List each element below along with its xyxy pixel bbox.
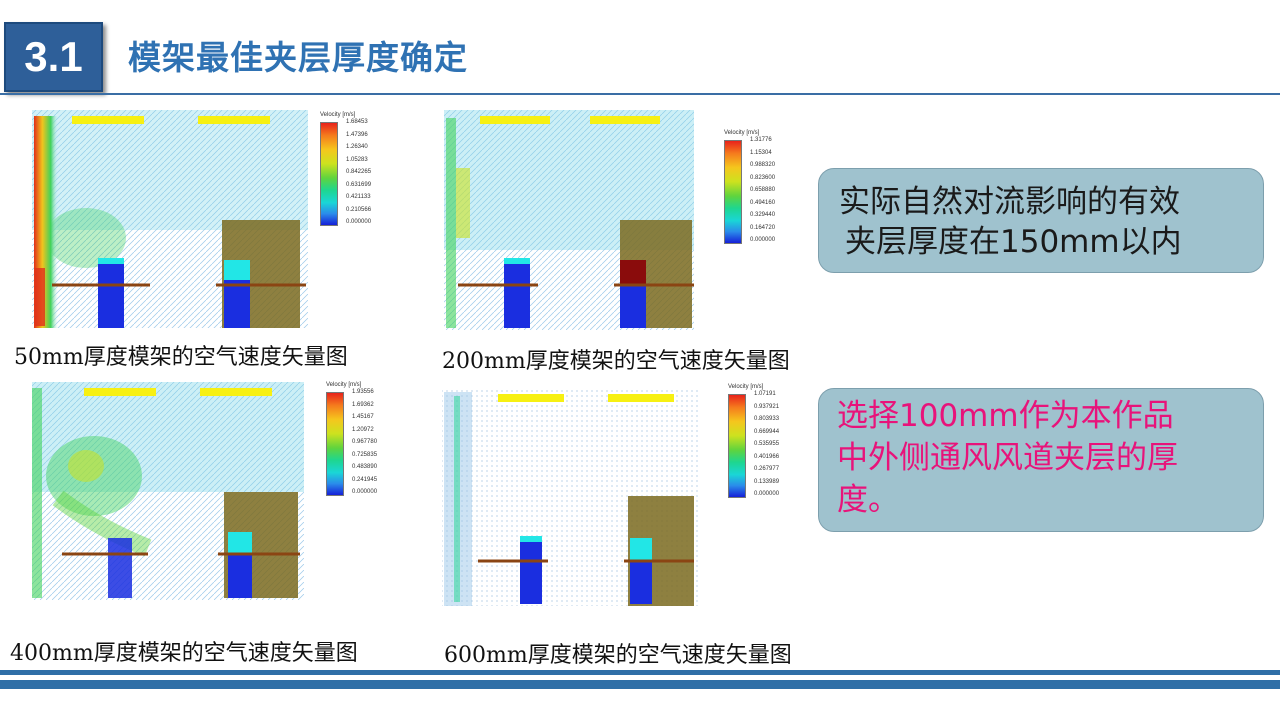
- colorbar-200mm: Velocity [m/s] 1.31776 1.15304 0.988320 …: [724, 130, 804, 250]
- colorbar-tick: 0.658880: [750, 187, 776, 193]
- colorbar-tick: 0.000000: [346, 219, 372, 225]
- figure-caption-400mm: 400mm厚度模架的空气速度矢量图: [10, 641, 358, 666]
- figure-600mm: Velocity [m/s] 1.07191 0.937921 0.803933…: [440, 384, 800, 610]
- colorbar-tick: 0.483890: [352, 464, 378, 470]
- colorbar-tick: 1.93556: [352, 389, 374, 395]
- colorbar-tick: 1.26340: [346, 144, 368, 150]
- colorbar-tick: 0.725835: [352, 451, 378, 458]
- colorbar-tick: 0.401966: [754, 453, 780, 460]
- colorbar-tick: 1.47396: [346, 131, 368, 138]
- colorbar-gradient: [320, 122, 338, 226]
- colorbar-tick: 0.421133: [346, 194, 371, 200]
- info-box-line: 实际自然对流影响的有效: [839, 184, 1180, 220]
- colorbar-tick: 0.241945: [352, 476, 378, 483]
- colorbar-title: Velocity [m/s]: [326, 382, 362, 388]
- header-divider: [0, 93, 1280, 95]
- colorbar-tick: 0.967780: [352, 439, 378, 445]
- colorbar-50mm: Velocity [m/s] 1.68453 1.47396 1.26340 1…: [320, 112, 410, 232]
- colorbar-tick: 1.45167: [352, 414, 374, 420]
- figure-400mm: Velocity [m/s] 1.93556 1.69362 1.45167 1…: [28, 378, 418, 604]
- colorbar-tick: 0.535955: [754, 441, 780, 447]
- page-title: 模架最佳夹层厚度确定: [128, 38, 468, 77]
- figure-caption-50mm: 50mm厚度模架的空气速度矢量图: [14, 345, 348, 370]
- colorbar-tick: 0.631699: [346, 181, 372, 188]
- colorbar-tick: 1.69362: [352, 401, 374, 408]
- colorbar-tick: 0.823600: [750, 174, 776, 181]
- colorbar-gradient: [724, 140, 742, 244]
- colorbar-gradient: [326, 392, 344, 496]
- colorbar-tick: 1.07191: [754, 391, 776, 397]
- colorbar-tick: 0.210566: [346, 206, 372, 213]
- footer-stripe: [0, 670, 1280, 675]
- info-box-effective-thickness: 实际自然对流影响的有效 夹层厚度在150mm以内: [818, 168, 1264, 273]
- colorbar-tick: 0.000000: [750, 237, 776, 243]
- colorbar-tick: 1.05283: [346, 156, 368, 163]
- colorbar-tick: 0.803933: [754, 416, 780, 422]
- colorbar-tick: 0.494160: [750, 199, 776, 206]
- figure-caption-200mm: 200mm厚度模架的空气速度矢量图: [442, 349, 790, 374]
- info-box-selection: 选择100mm作为本作品 中外侧通风风道夹层的厚 度。: [818, 388, 1264, 532]
- colorbar-tick: 0.000000: [352, 489, 378, 495]
- colorbar-title: Velocity [m/s]: [724, 130, 760, 136]
- colorbar-tick: 0.267977: [754, 466, 780, 472]
- colorbar-tick: 0.164720: [750, 224, 776, 231]
- colorbar-tick: 1.31776: [750, 137, 772, 143]
- figure-50mm: Velocity [m/s] 1.68453 1.47396 1.26340 1…: [26, 108, 416, 340]
- footer-stripe: [0, 680, 1280, 689]
- figure-200mm: Velocity [m/s] 1.31776 1.15304 0.988320 …: [440, 108, 810, 340]
- colorbar-tick: 0.937921: [754, 403, 780, 410]
- colorbar-tick: 1.15304: [750, 149, 772, 156]
- colorbar-tick: 0.842265: [346, 169, 372, 175]
- colorbar-tick: 0.133989: [754, 478, 780, 485]
- section-number-badge: 3.1: [4, 22, 103, 92]
- info-box-line: 夹层厚度在150mm以内: [845, 224, 1182, 260]
- figure-caption-600mm: 600mm厚度模架的空气速度矢量图: [444, 643, 792, 668]
- colorbar-tick: 0.669944: [754, 428, 780, 435]
- info-box-line: 度。: [837, 482, 899, 518]
- info-box-line: 中外侧通风风道夹层的厚: [837, 440, 1178, 476]
- colorbar-tick: 1.68453: [346, 119, 368, 125]
- colorbar-400mm: Velocity [m/s] 1.93556 1.69362 1.45167 1…: [326, 382, 416, 502]
- colorbar-tick: 0.988320: [750, 162, 776, 168]
- colorbar-title: Velocity [m/s]: [728, 384, 764, 390]
- colorbar-tick: 0.000000: [754, 491, 780, 497]
- colorbar-tick: 1.20972: [352, 426, 374, 433]
- colorbar-600mm: Velocity [m/s] 1.07191 0.937921 0.803933…: [728, 384, 800, 504]
- colorbar-tick: 0.329440: [750, 212, 776, 218]
- info-box-line: 选择100mm作为本作品: [837, 398, 1174, 434]
- colorbar-title: Velocity [m/s]: [320, 112, 356, 118]
- colorbar-gradient: [728, 394, 746, 498]
